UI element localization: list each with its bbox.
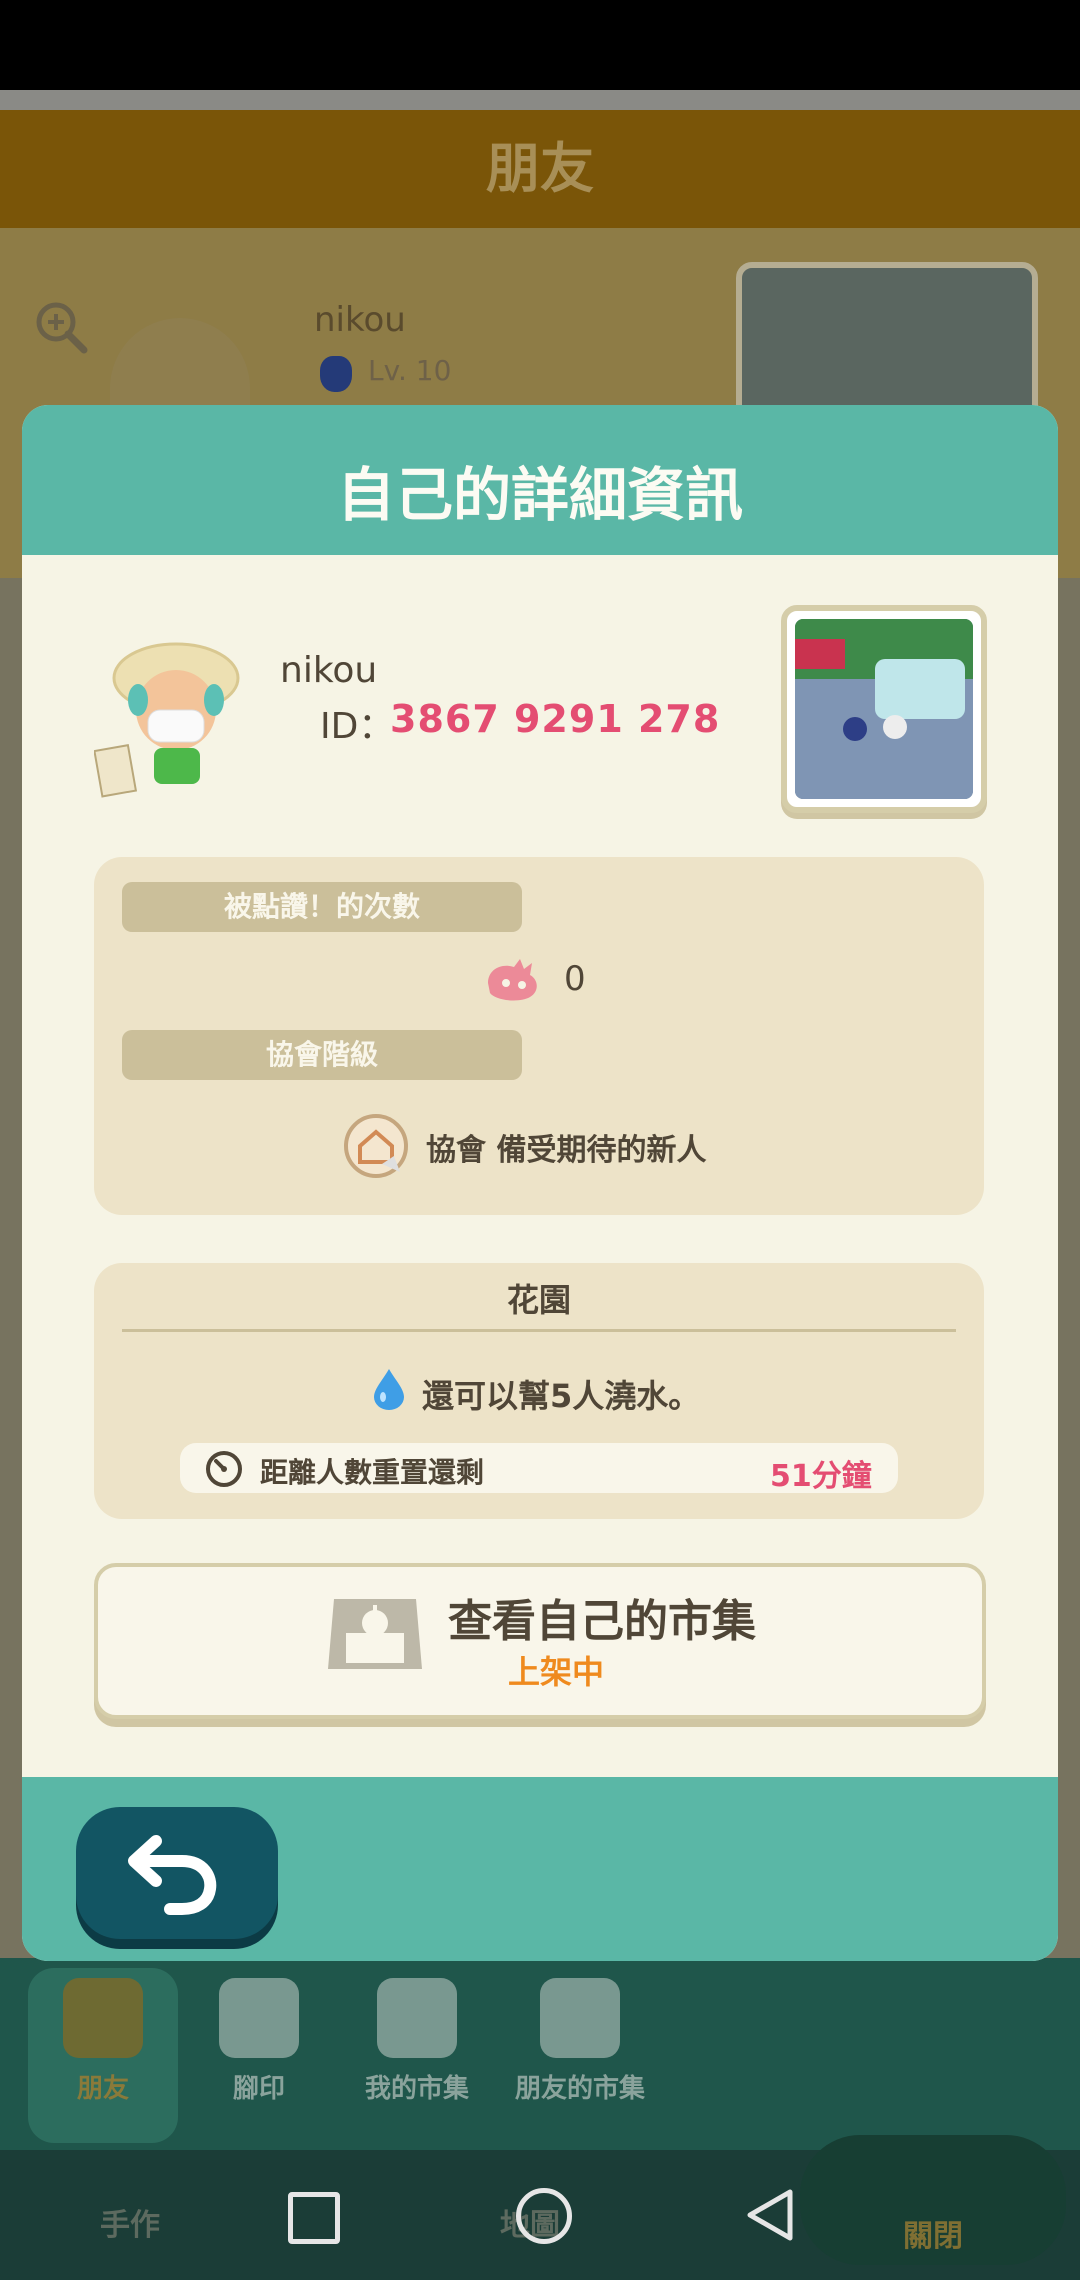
garden-title: 花園: [506, 1281, 571, 1319]
profile-name: nikou: [280, 650, 378, 691]
market-title: 查看自己的市集: [448, 1596, 756, 1647]
friends-icon: [63, 1978, 143, 2058]
self-details-modal: 自己的詳細資訊 nikou ID： 3867 9291 278 被點讚！的次數 …: [22, 405, 1058, 1961]
recent-apps-button[interactable]: [288, 2192, 340, 2244]
campsite-photo[interactable]: [781, 605, 987, 813]
back-button[interactable]: [76, 1807, 278, 1939]
avatar: [93, 630, 244, 800]
market-box-icon: [326, 1589, 424, 1687]
campsite-photo-image: [795, 619, 973, 799]
background-friend-name: nikou: [314, 300, 406, 340]
background-friend-level: Lv. 10: [368, 354, 452, 387]
tab-friends: 朋友: [28, 1968, 178, 2143]
zoom-icon: [34, 300, 90, 356]
home-button[interactable]: [516, 2188, 572, 2244]
likes-count: 0: [564, 959, 586, 999]
water-remaining-text: 還可以幫5人澆水。: [422, 1377, 701, 1415]
market-icon: [377, 1978, 457, 2058]
reset-timer-bar: 距離人數重置還剩 51分鐘: [180, 1443, 898, 1494]
market-status: 上架中: [508, 1653, 605, 1691]
rank-label: 協會階級: [122, 1030, 522, 1080]
tab-label: 腳印: [232, 2074, 285, 2104]
cat-icon: [320, 356, 352, 392]
view-my-market-button[interactable]: 查看自己的市集 上架中: [94, 1563, 986, 1719]
background-header-title: 朋友: [486, 137, 594, 200]
friends-market-icon: [540, 1978, 620, 2058]
stats-panel: 被點讚！的次數 0 協會階級 協會 備受期待的新人: [94, 857, 984, 1215]
id-label: ID：: [320, 706, 395, 747]
player-id: 3867 9291 278: [390, 697, 721, 741]
likes-label: 被點讚！的次數: [122, 882, 522, 932]
rank-text: 協會 備受期待的新人: [426, 1133, 707, 1168]
status-bar: [0, 0, 1080, 90]
triangle-back-icon: [747, 2189, 793, 2241]
close-label: 關閉: [903, 2219, 963, 2254]
tab-friends-market: 朋友的市集: [500, 1968, 660, 2143]
rank-badge-icon: [342, 1112, 410, 1180]
tab-my-market: 我的市集: [342, 1968, 492, 2143]
back-arrow-icon: [128, 1835, 217, 1915]
timer-icon: [204, 1449, 244, 1489]
garden-divider: [122, 1329, 956, 1332]
modal-title: 自己的詳細資訊: [336, 461, 743, 529]
tab-label: 朋友的市集: [514, 2074, 645, 2104]
background-top-strip: [0, 90, 1080, 110]
tab-footprints: 腳印: [184, 1968, 334, 2143]
water-drop-icon: [372, 1367, 406, 1411]
reset-timer-label: 距離人數重置還剩: [260, 1456, 485, 1489]
background-friend-thumbnail: [736, 262, 1038, 424]
tab-label: 我的市集: [364, 2074, 469, 2104]
reset-timer-value: 51分鐘: [770, 1459, 872, 1494]
tab-label: 朋友: [76, 2074, 129, 2104]
paw-like-icon: [484, 957, 544, 1001]
background-craft-label: 手作: [100, 2208, 160, 2243]
background-close-button: 關閉: [800, 2135, 1066, 2265]
back-nav-button[interactable]: [744, 2188, 796, 2246]
footprints-icon: [219, 1978, 299, 2058]
garden-panel: 花園 還可以幫5人澆水。 距離人數重置還剩 51分鐘: [94, 1263, 984, 1519]
